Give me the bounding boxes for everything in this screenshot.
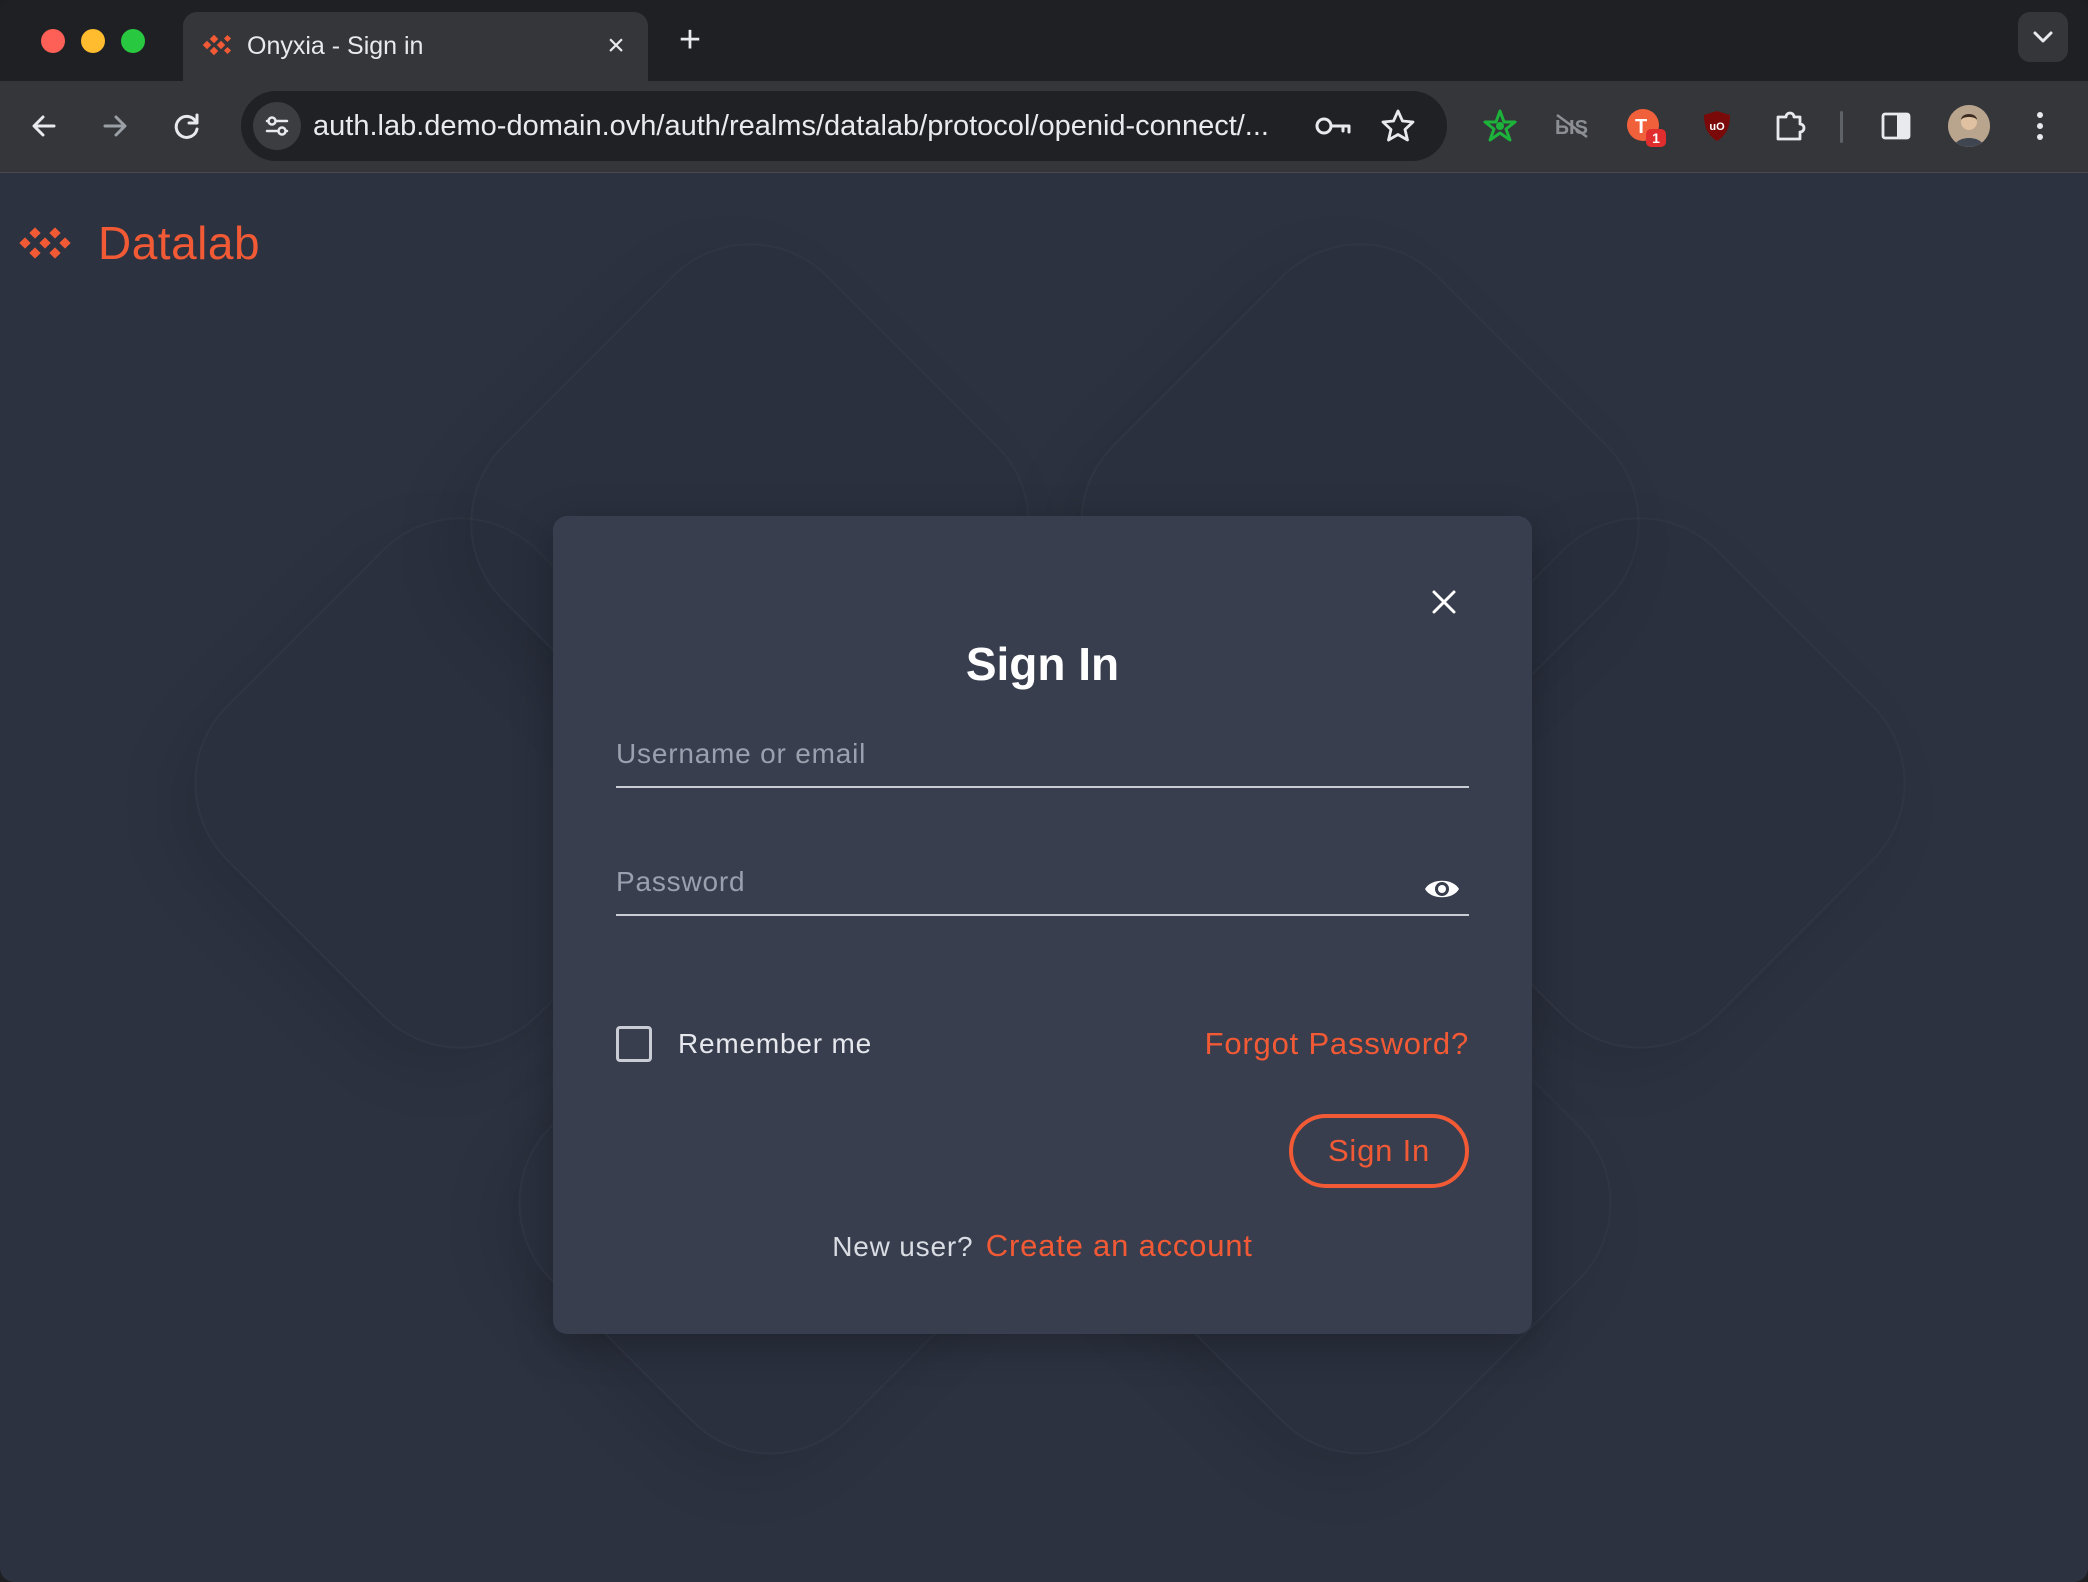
- extension-translate-icon[interactable]: T 1: [1622, 103, 1668, 149]
- tab-close-icon[interactable]: ×: [602, 31, 630, 61]
- extension-ds-icon[interactable]: ЫS: [1549, 103, 1595, 149]
- browser-toolbar: auth.lab.demo-domain.ovh/auth/realms/dat…: [0, 81, 2088, 173]
- close-icon[interactable]: [1424, 582, 1464, 622]
- remember-me[interactable]: Remember me: [616, 1024, 872, 1064]
- side-panel-icon[interactable]: [1873, 103, 1919, 149]
- show-password-eye-icon[interactable]: [1423, 874, 1461, 904]
- profile-avatar[interactable]: [1948, 105, 1990, 147]
- browser-menu-icon[interactable]: [2017, 103, 2063, 149]
- address-bar[interactable]: auth.lab.demo-domain.ovh/auth/realms/dat…: [241, 91, 1447, 161]
- registration-prompt: New user? Create an account: [553, 1226, 1532, 1272]
- remember-me-label: Remember me: [678, 1028, 872, 1059]
- key-icon[interactable]: [1313, 108, 1353, 144]
- forward-icon[interactable]: [92, 103, 138, 149]
- tune-icon: [265, 116, 289, 136]
- tab-search-button[interactable]: [2018, 12, 2068, 62]
- svg-text:uO: uO: [1709, 121, 1725, 133]
- minimize-window-button[interactable]: [81, 29, 105, 53]
- extension-badge: 1: [1652, 130, 1660, 146]
- sign-in-button[interactable]: Sign In: [1289, 1114, 1469, 1188]
- maximize-window-button[interactable]: [121, 29, 145, 53]
- url-text[interactable]: auth.lab.demo-domain.ovh/auth/realms/dat…: [313, 106, 1269, 146]
- username-input[interactable]: [616, 734, 1396, 774]
- brand-name: Datalab: [98, 217, 261, 269]
- password-field: [616, 850, 1469, 916]
- site-info-button[interactable]: [253, 102, 301, 150]
- brand-header[interactable]: Datalab: [18, 217, 260, 269]
- svg-text:T: T: [1635, 116, 1647, 138]
- ublock-origin-icon[interactable]: uO: [1694, 103, 1740, 149]
- reload-icon[interactable]: [164, 103, 210, 149]
- tab-title: Onyxia - Sign in: [247, 32, 424, 60]
- remember-me-checkbox[interactable]: [616, 1026, 652, 1062]
- extensions-puzzle-icon[interactable]: [1767, 103, 1813, 149]
- chevron-down-icon: [2033, 31, 2053, 43]
- extension-green-star-icon[interactable]: [1477, 103, 1523, 149]
- username-field: [616, 722, 1469, 788]
- new-tab-icon[interactable]: +: [672, 21, 708, 59]
- close-window-button[interactable]: [41, 29, 65, 53]
- datalab-logo-icon: [19, 227, 71, 259]
- dialog-title: Sign In: [965, 638, 1120, 690]
- profile-picture-icon: [1948, 105, 1990, 147]
- onyxia-favicon-icon: [202, 34, 232, 56]
- toolbar-separator: [1840, 111, 1843, 143]
- page-content: Datalab Sign In Remember me: [0, 173, 2088, 1582]
- back-icon[interactable]: [21, 103, 67, 149]
- create-account-link[interactable]: Create an account: [986, 1228, 1253, 1263]
- password-input[interactable]: [616, 862, 1396, 902]
- forgot-password-link[interactable]: Forgot Password?: [1205, 1024, 1469, 1064]
- sign-in-dialog: Sign In Remember me Forgot Password? Sig…: [553, 516, 1532, 1334]
- new-user-label: New user?: [832, 1231, 974, 1262]
- active-tab[interactable]: Onyxia - Sign in ×: [183, 12, 648, 81]
- bookmark-star-icon[interactable]: [1379, 107, 1417, 145]
- svg-text:ЫS: ЫS: [1555, 117, 1588, 139]
- browser-window: Onyxia - Sign in × + auth.lab.demo-domai…: [0, 0, 2088, 1582]
- tab-strip: Onyxia - Sign in × +: [0, 0, 2088, 81]
